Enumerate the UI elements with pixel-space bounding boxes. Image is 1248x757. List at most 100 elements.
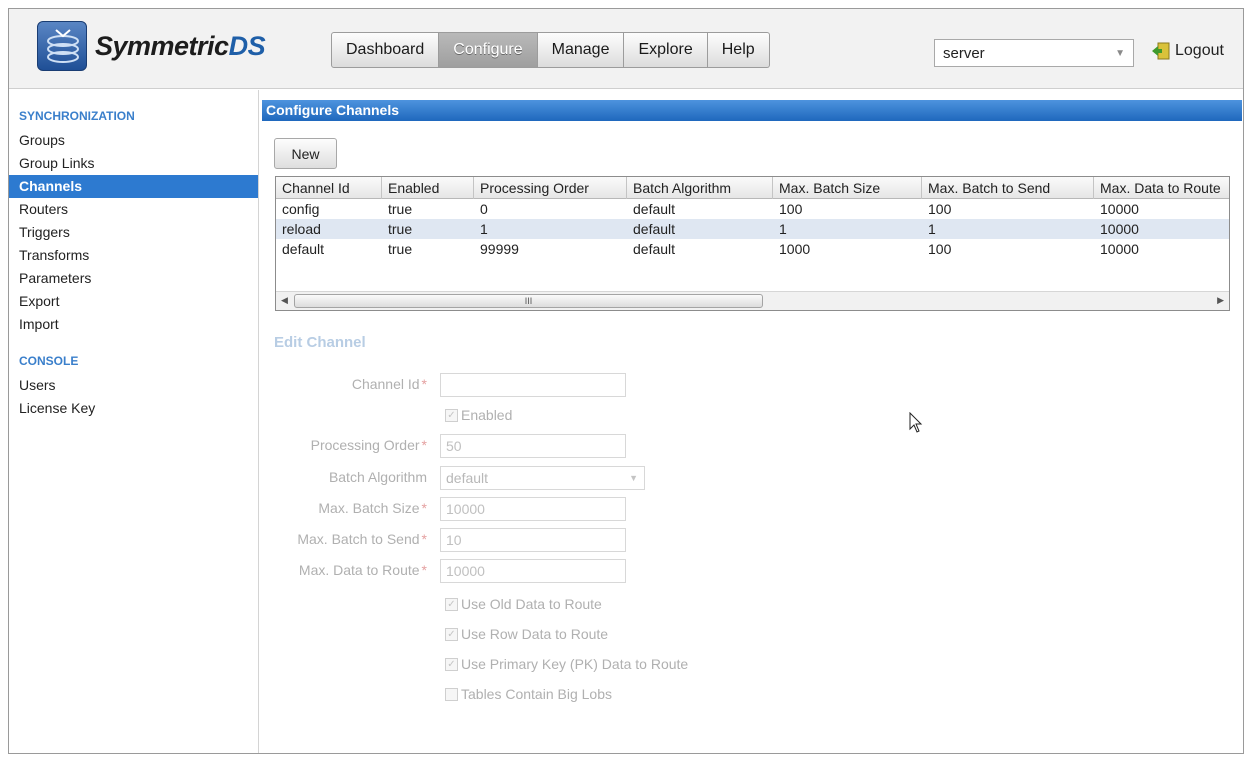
use-old-data-checkbox[interactable]: ✓ Use Old Data to Route xyxy=(445,596,602,612)
table-cell: 1 xyxy=(928,221,936,237)
sidebar-item-import[interactable]: Import xyxy=(9,313,258,336)
scrollbar-thumb[interactable]: III xyxy=(294,294,763,308)
use-pk-data-checkbox[interactable]: ✓ Use Primary Key (PK) Data to Route xyxy=(445,656,688,672)
logout-link[interactable]: Logout xyxy=(1151,42,1224,60)
column-header[interactable]: Processing Order xyxy=(474,177,627,199)
max-data-to-route-input[interactable]: 10000 xyxy=(440,559,626,583)
table-cell: 100 xyxy=(928,241,952,257)
table-cell: 1 xyxy=(779,221,787,237)
nav-configure[interactable]: Configure xyxy=(439,32,538,68)
table-row[interactable]: default true 99999 default 1000 100 1000… xyxy=(276,239,1229,259)
max-batch-to-send-label: Max. Batch to Send * xyxy=(297,531,427,547)
table-cell: default xyxy=(633,201,676,217)
main-panel: Configure Channels New Channel Id Enable… xyxy=(262,100,1242,750)
app-window: SymmetricDS Dashboard Configure Manage E… xyxy=(8,8,1244,754)
batch-algorithm-select[interactable]: default ▼ xyxy=(440,466,645,490)
logout-label: Logout xyxy=(1175,42,1224,59)
table-cell: default xyxy=(282,241,325,257)
logout-icon xyxy=(1151,42,1171,60)
processing-order-label: Processing Order * xyxy=(310,437,427,453)
big-lobs-label: Tables Contain Big Lobs xyxy=(461,686,612,702)
server-select[interactable]: server ▼ xyxy=(934,39,1134,67)
sidebar-item-groups[interactable]: Groups xyxy=(9,129,258,152)
table-cell: default xyxy=(633,241,676,257)
column-header[interactable]: Max. Batch to Send xyxy=(922,177,1094,199)
table-cell: 10000 xyxy=(1100,221,1139,237)
batch-algorithm-value: default xyxy=(446,470,489,486)
mouse-pointer-icon xyxy=(909,411,923,437)
horizontal-scrollbar[interactable]: ◀ III ▶ xyxy=(276,291,1229,310)
check-icon: ✓ xyxy=(445,627,458,641)
table-cell: 99999 xyxy=(480,241,519,257)
column-header[interactable]: Channel Id xyxy=(276,177,382,199)
table-cell: true xyxy=(388,241,413,257)
check-icon: ✓ xyxy=(445,597,458,611)
table-cell: 1 xyxy=(480,221,488,237)
nav-explore[interactable]: Explore xyxy=(624,32,708,68)
table-cell: 1000 xyxy=(779,241,811,257)
logo: SymmetricDS xyxy=(37,21,266,71)
processing-order-input[interactable]: 50 xyxy=(440,434,626,458)
edit-channel-title: Edit Channel xyxy=(274,334,366,351)
sidebar-item-group-links[interactable]: Group Links xyxy=(9,152,258,175)
table-cell: 10000 xyxy=(1100,241,1139,257)
channel-id-label: Channel Id * xyxy=(351,376,427,392)
table-cell: default xyxy=(633,221,676,237)
max-batch-size-input[interactable]: 10000 xyxy=(440,497,626,521)
sidebar-item-transforms[interactable]: Transforms xyxy=(9,244,258,267)
big-lobs-checkbox[interactable]: Tables Contain Big Lobs xyxy=(445,686,612,702)
scroll-left-icon[interactable]: ◀ xyxy=(281,295,288,306)
database-logo-icon xyxy=(37,21,87,71)
use-old-data-label: Use Old Data to Route xyxy=(461,596,602,612)
column-header[interactable]: Batch Algorithm xyxy=(627,177,773,199)
table-cell: 10000 xyxy=(1100,201,1139,217)
server-select-value: server xyxy=(943,44,985,62)
chevron-down-icon: ▼ xyxy=(1115,47,1125,59)
table-cell: true xyxy=(388,201,413,217)
sidebar-item-triggers[interactable]: Triggers xyxy=(9,221,258,244)
sidebar-item-license-key[interactable]: License Key xyxy=(9,397,258,420)
sidebar-section-console: CONSOLE xyxy=(19,354,79,368)
table-cell: 100 xyxy=(928,201,952,217)
column-header[interactable]: Max. Data to Route xyxy=(1094,177,1229,199)
enabled-label: Enabled xyxy=(461,407,513,423)
sidebar-item-routers[interactable]: Routers xyxy=(9,198,258,221)
table-row[interactable]: config true 0 default 100 100 10000 xyxy=(276,199,1229,219)
chevron-down-icon: ▼ xyxy=(629,473,638,483)
table-cell: 100 xyxy=(779,201,803,217)
table-header: Channel Id Enabled Processing Order Batc… xyxy=(276,177,1229,199)
use-row-data-checkbox[interactable]: ✓ Use Row Data to Route xyxy=(445,626,608,642)
sidebar-item-channels[interactable]: Channels xyxy=(9,175,258,198)
scroll-right-icon[interactable]: ▶ xyxy=(1217,295,1224,306)
sidebar: SYNCHRONIZATION Groups Group Links Chann… xyxy=(9,90,259,753)
app-header: SymmetricDS Dashboard Configure Manage E… xyxy=(9,9,1243,89)
new-channel-button[interactable]: New xyxy=(274,138,337,169)
logo-text: SymmetricDS xyxy=(95,30,266,61)
max-batch-to-send-input[interactable]: 10 xyxy=(440,528,626,552)
table-cell: config xyxy=(282,201,320,217)
table-cell: true xyxy=(388,221,413,237)
table-cell: 0 xyxy=(480,201,488,217)
check-icon: ✓ xyxy=(445,657,458,671)
max-data-to-route-label: Max. Data to Route * xyxy=(298,562,427,578)
use-pk-data-label: Use Primary Key (PK) Data to Route xyxy=(461,656,689,672)
enabled-checkbox[interactable]: ✓ Enabled xyxy=(445,407,512,423)
nav-help[interactable]: Help xyxy=(707,32,770,68)
sidebar-item-export[interactable]: Export xyxy=(9,290,258,313)
check-icon: ✓ xyxy=(445,408,458,422)
channel-id-input[interactable] xyxy=(440,373,626,397)
nav-manage[interactable]: Manage xyxy=(537,32,625,68)
nav-dashboard[interactable]: Dashboard xyxy=(331,32,440,68)
checkbox-empty-icon xyxy=(445,687,458,701)
panel-title: Configure Channels xyxy=(262,100,1242,121)
max-batch-size-label: Max. Batch Size * xyxy=(318,500,427,516)
use-row-data-label: Use Row Data to Route xyxy=(461,626,609,642)
sidebar-item-users[interactable]: Users xyxy=(9,374,258,397)
channels-table: Channel Id Enabled Processing Order Batc… xyxy=(275,176,1230,311)
batch-algorithm-label: Batch Algorithm xyxy=(328,469,427,485)
sidebar-item-parameters[interactable]: Parameters xyxy=(9,267,258,290)
column-header[interactable]: Enabled xyxy=(382,177,474,199)
sidebar-section-synchronization: SYNCHRONIZATION xyxy=(19,109,135,123)
table-row[interactable]: reload true 1 default 1 1 10000 xyxy=(276,219,1229,239)
column-header[interactable]: Max. Batch Size xyxy=(773,177,922,199)
